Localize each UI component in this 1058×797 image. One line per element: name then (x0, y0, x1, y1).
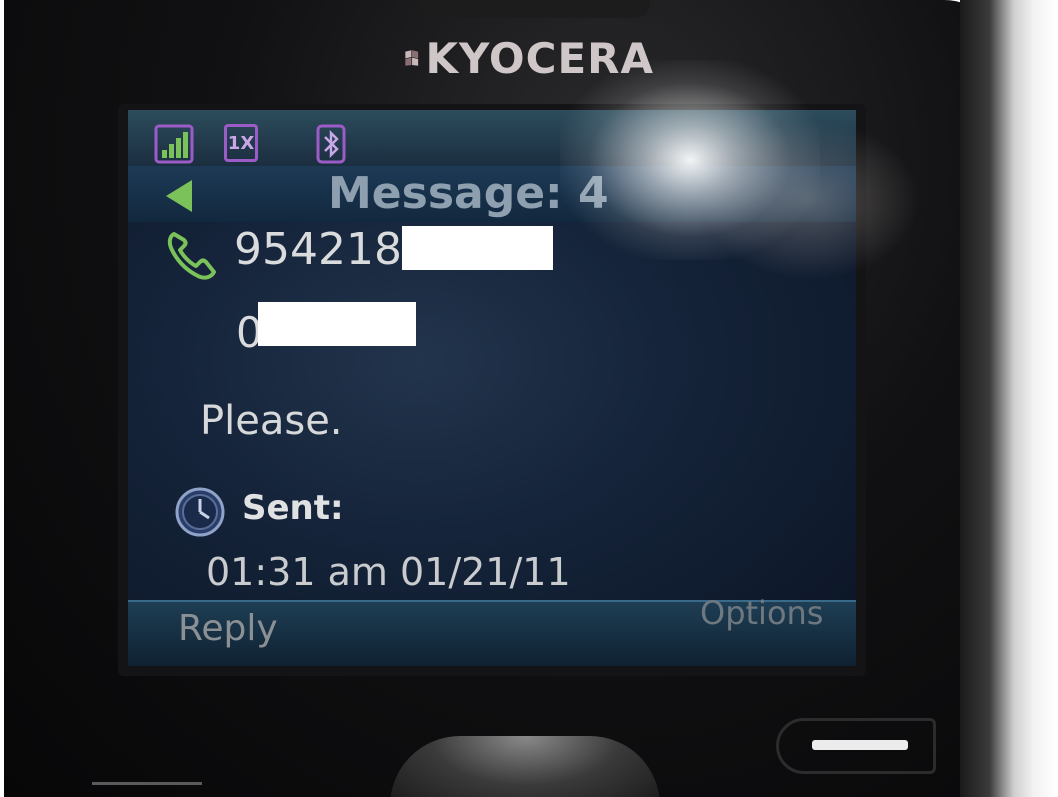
sent-label: Sent: (242, 488, 344, 528)
brand: KYOCERA (404, 28, 654, 88)
clock-icon (175, 487, 225, 537)
page-title: Message: 4 (328, 168, 609, 219)
bluetooth-icon (316, 124, 346, 164)
nav-key[interactable] (390, 736, 660, 797)
signal-icon (154, 124, 194, 164)
photo: KYOCERA 1X Message: 4 954218 0 Please. S… (0, 0, 1058, 797)
reply-softkey[interactable]: Reply (178, 608, 278, 649)
brand-name: KYOCERA (425, 33, 654, 83)
sender-number: 954218 (234, 224, 402, 275)
kyocera-logo-icon (405, 50, 419, 66)
options-softkey[interactable]: Options (700, 594, 823, 632)
phone-screen: 1X Message: 4 954218 0 Please. Sent: 01:… (128, 110, 856, 666)
status-bar: 1X (128, 110, 856, 166)
redaction-box (402, 226, 553, 270)
phone-notch (420, 0, 650, 18)
back-arrow-icon[interactable] (166, 180, 192, 212)
right-softkey-button[interactable] (812, 740, 908, 750)
sent-timestamp: 01:31 am 01/21/11 (206, 550, 571, 594)
1x-icon: 1X (224, 124, 258, 162)
phone-icon (167, 232, 216, 280)
message-body: Please. (200, 398, 343, 444)
phone-edge (960, 0, 1058, 797)
redaction-box (258, 302, 416, 346)
left-softkey-edge (92, 782, 202, 785)
